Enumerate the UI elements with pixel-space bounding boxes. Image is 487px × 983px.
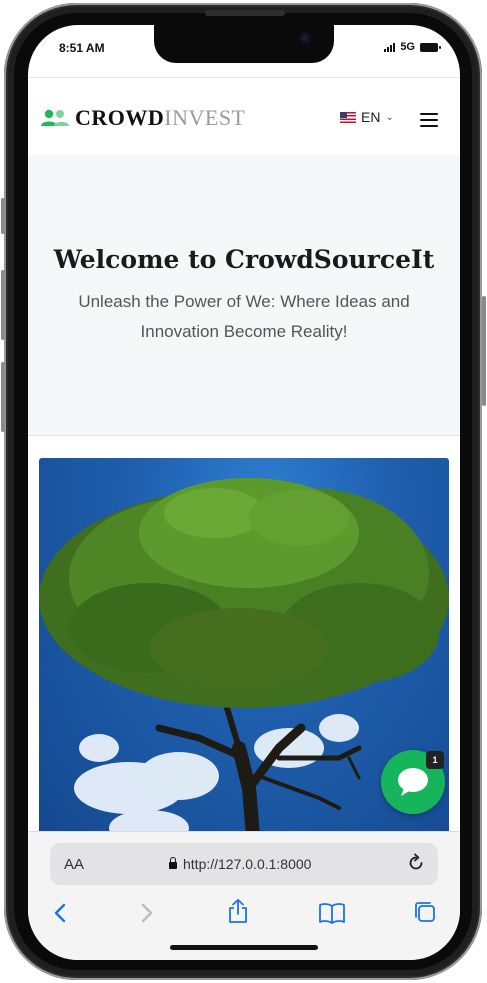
navbar: CROWD INVEST EN ⌄: [28, 77, 460, 156]
status-time: 8:51 AM: [59, 41, 105, 55]
address-bar[interactable]: AA http://127.0.0.1:8000: [50, 843, 438, 885]
logo-text-invest: INVEST: [164, 105, 246, 130]
forward-icon[interactable]: [139, 902, 155, 924]
home-indicator[interactable]: [170, 945, 318, 950]
language-label: EN: [361, 109, 381, 125]
chat-bubble-icon: [398, 768, 428, 796]
people-icon: [41, 109, 69, 126]
browser-toolbar: AA http://127.0.0.1:8000: [28, 831, 460, 960]
hero-title: Welcome to CrowdSourceIt: [53, 245, 435, 274]
volume-down-button: [1, 362, 5, 432]
signal-icon: [384, 42, 396, 52]
chevron-down-icon: ⌄: [385, 111, 394, 123]
language-selector[interactable]: EN ⌄: [340, 109, 394, 125]
text-size-button[interactable]: AA: [64, 856, 84, 873]
power-button: [482, 296, 486, 406]
url-text: http://127.0.0.1:8000: [183, 856, 312, 872]
hero-section: Welcome to CrowdSourceIt Unleash the Pow…: [28, 155, 460, 436]
chat-badge: 1: [426, 751, 444, 769]
status-indicators: 5G: [384, 41, 441, 53]
tabs-icon[interactable]: [413, 900, 437, 924]
reload-icon[interactable]: [406, 853, 426, 873]
network-type: 5G: [400, 41, 415, 53]
brand-logo[interactable]: CROWD INVEST: [39, 105, 246, 131]
lock-icon: [169, 857, 177, 869]
url-display[interactable]: http://127.0.0.1:8000: [169, 856, 311, 872]
share-icon[interactable]: [227, 898, 249, 924]
hero-subtitle: Unleash the Power of We: Where Ideas and…: [78, 292, 410, 341]
earpiece-speaker: [205, 10, 285, 16]
volume-up-button: [1, 270, 5, 340]
front-camera: [299, 32, 311, 44]
hamburger-menu-icon[interactable]: [420, 113, 438, 131]
notch: [154, 25, 334, 63]
mute-switch: [1, 198, 5, 234]
bookmarks-icon[interactable]: [318, 902, 346, 924]
back-icon[interactable]: [52, 902, 68, 924]
screen: 8:51 AM 5G CROWD INVEST EN ⌄ Welcome to C…: [28, 25, 460, 960]
battery-icon: [420, 42, 441, 52]
us-flag-icon: [340, 111, 356, 123]
logo-text-crowd: CROWD: [75, 105, 165, 130]
